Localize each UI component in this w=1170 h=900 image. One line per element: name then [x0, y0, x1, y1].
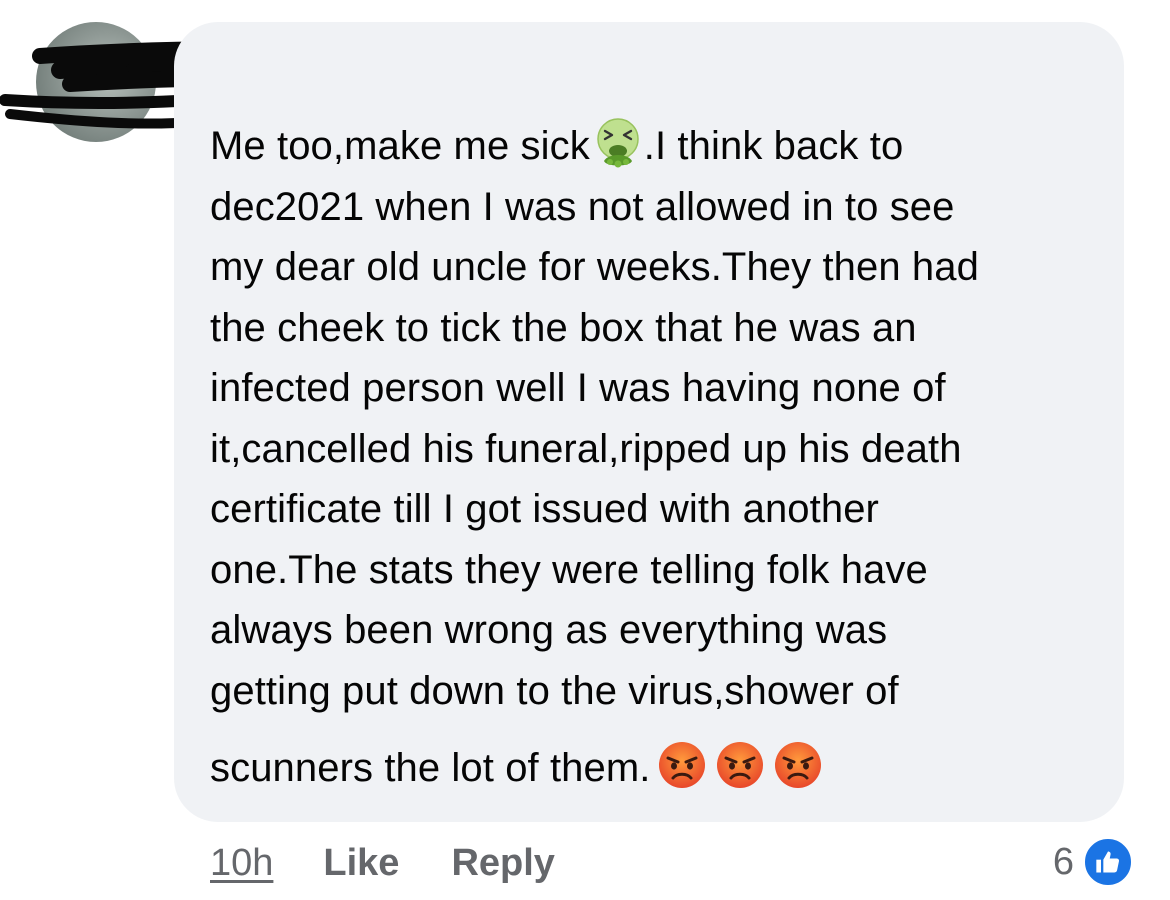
reaction-summary[interactable]: 6 — [1053, 834, 1134, 890]
like-reaction-icon — [1082, 836, 1134, 888]
reply-button[interactable]: Reply — [451, 842, 554, 885]
angry-face-icon — [774, 742, 821, 789]
comment-line: dec2021 when I was not allowed in to see — [210, 184, 955, 229]
timestamp-link[interactable]: 10h — [210, 842, 273, 885]
reaction-count: 6 — [1052, 840, 1074, 883]
comment-actions: 10h Like Reply — [210, 838, 555, 888]
comment-line: it,cancelled his funeral,ripped up his d… — [210, 426, 962, 471]
comment-line: scunners the lot of them. — [210, 738, 1110, 799]
comment-line: Me too,make me sick .I think back to — [210, 116, 1110, 177]
like-button[interactable]: Like — [323, 842, 399, 885]
nauseated-face-icon — [597, 118, 639, 168]
comment-line: infected person well I was having none o… — [210, 366, 946, 410]
comment-line: always been wrong as everything was — [210, 608, 888, 652]
comment-line: one.The stats they were telling folk hav… — [210, 547, 928, 592]
angry-emoji-group — [651, 742, 823, 790]
comment-line: certificate till I got issued with anoth… — [210, 487, 879, 531]
comment-text: Me too,make me sick .I think back to dec… — [210, 116, 1110, 799]
comment-line: the cheek to tick the box that he was an — [210, 305, 917, 350]
angry-face-icon — [658, 742, 705, 789]
angry-face-icon — [716, 742, 763, 789]
comment-line: getting put down to the virus,shower of — [210, 668, 899, 713]
comment-line: my dear old uncle for weeks.They then ha… — [210, 245, 979, 289]
